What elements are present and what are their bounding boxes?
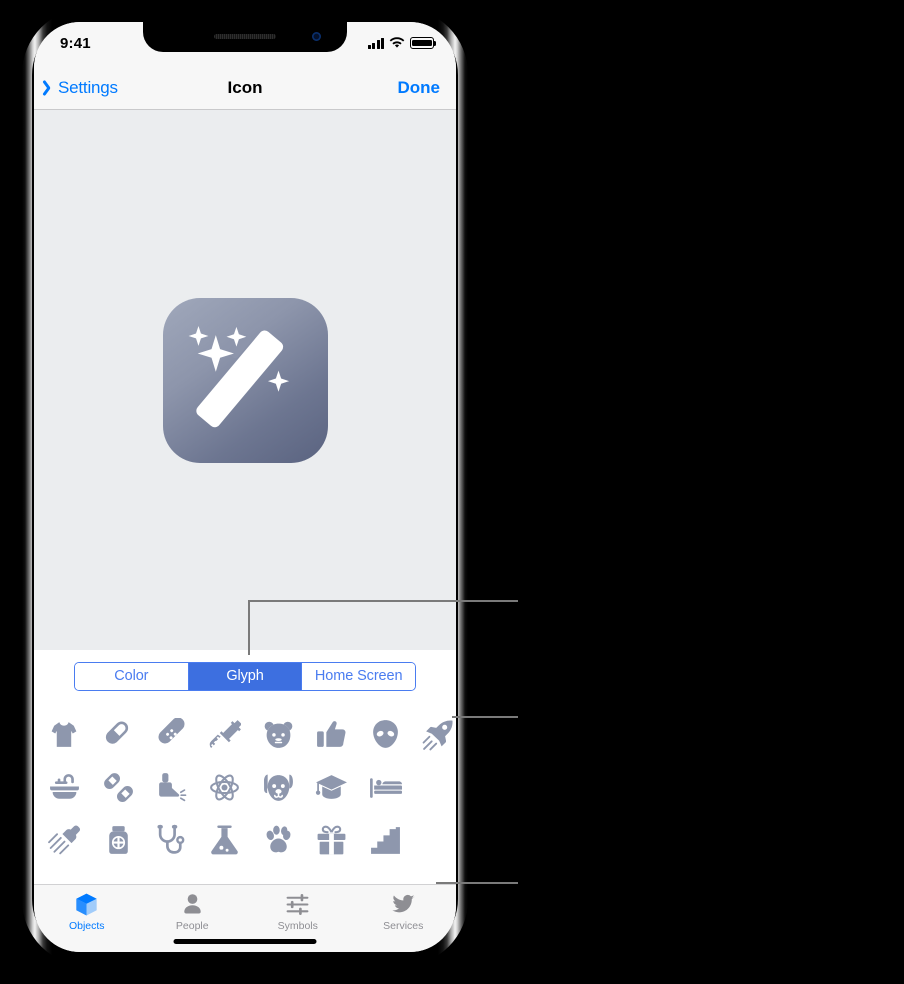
flask-glyph[interactable] xyxy=(198,814,251,867)
shower-head-glyph[interactable] xyxy=(38,814,91,867)
wifi-icon xyxy=(389,37,405,48)
icon-mode-segmented-control[interactable]: Color Glyph Home Screen xyxy=(74,661,416,691)
chevron-left-icon xyxy=(45,79,56,97)
stethoscope-glyph[interactable] xyxy=(145,814,198,867)
alien-glyph[interactable] xyxy=(358,708,411,761)
device-screen: 9:41 Settings Icon Done Color Glyph Home… xyxy=(34,22,456,952)
glyph-row xyxy=(38,708,453,761)
back-to-settings-button[interactable]: Settings xyxy=(34,78,118,98)
tab-services[interactable]: Services xyxy=(351,892,457,932)
segmented-control-container: Color Glyph Home Screen xyxy=(34,650,456,702)
rocket-glyph[interactable] xyxy=(412,708,456,761)
status-bar-time: 9:41 xyxy=(60,34,91,52)
tab-people[interactable]: People xyxy=(140,892,246,932)
stairs-glyph[interactable] xyxy=(358,814,411,867)
navigation-bar: Settings Icon Done xyxy=(34,66,456,110)
segment-color[interactable]: Color xyxy=(75,662,189,690)
tab-symbols[interactable]: Symbols xyxy=(245,892,351,932)
bandage-glyph[interactable] xyxy=(145,708,198,761)
battery-full-icon xyxy=(410,37,437,49)
sliders-icon xyxy=(286,894,309,915)
device-notch xyxy=(143,22,347,52)
tab-objects-label: Objects xyxy=(68,920,105,932)
bathtub-glyph[interactable] xyxy=(38,761,91,814)
two-pills-glyph[interactable] xyxy=(91,761,144,814)
bear-face-glyph[interactable] xyxy=(252,708,305,761)
tab-symbols-label: Symbols xyxy=(277,920,318,932)
front-camera-icon xyxy=(312,32,321,41)
segment-home-screen[interactable]: Home Screen xyxy=(302,662,415,690)
thumbs-up-glyph[interactable] xyxy=(305,708,358,761)
medicine-bottle-glyph[interactable] xyxy=(91,814,144,867)
inhaler-glyph[interactable] xyxy=(145,761,198,814)
screenshot-stage: 9:41 Settings Icon Done Color Glyph Home… xyxy=(0,0,904,984)
done-button[interactable]: Done xyxy=(398,78,457,98)
syringe-glyph[interactable] xyxy=(198,708,251,761)
magic-wand-app-icon xyxy=(162,297,328,463)
atom-glyph[interactable] xyxy=(198,761,251,814)
pill-capsule-glyph[interactable] xyxy=(91,708,144,761)
tshirt-glyph[interactable] xyxy=(38,708,91,761)
graduation-cap-glyph[interactable] xyxy=(305,761,358,814)
bed-glyph[interactable] xyxy=(358,761,411,814)
glyph-picker-grid xyxy=(34,702,456,884)
home-indicator xyxy=(173,939,317,944)
magic-wand-glyph xyxy=(188,325,289,427)
tab-objects[interactable]: Objects xyxy=(34,892,140,932)
person-icon xyxy=(184,894,201,914)
back-button-label: Settings xyxy=(58,77,118,97)
glyph-row xyxy=(38,761,452,814)
segment-glyph[interactable]: Glyph xyxy=(188,662,303,690)
paw-print-glyph[interactable] xyxy=(252,814,305,867)
gift-box-glyph[interactable] xyxy=(305,814,358,867)
earpiece-speaker xyxy=(214,34,276,39)
tab-services-label: Services xyxy=(383,920,424,932)
cellular-bars-icon xyxy=(367,37,384,49)
status-bar-indicators xyxy=(367,37,437,49)
glyph-row xyxy=(38,814,452,867)
dog-face-glyph[interactable] xyxy=(252,761,305,814)
cube-icon xyxy=(76,893,97,916)
icon-preview-area xyxy=(34,110,456,650)
tab-people-label: People xyxy=(175,920,209,932)
bird-icon xyxy=(392,894,415,913)
